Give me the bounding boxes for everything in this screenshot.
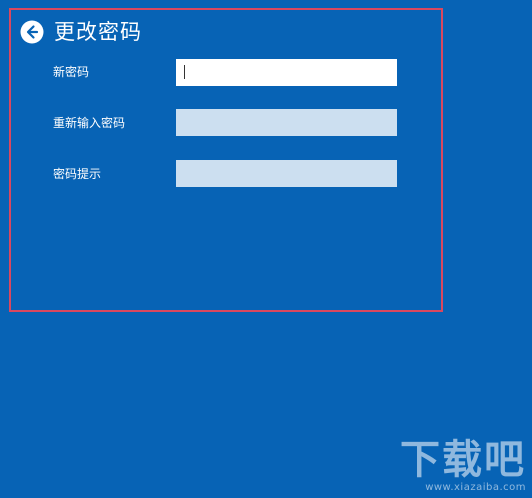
confirm-password-label: 重新输入密码 — [53, 116, 126, 130]
header: 更改密码 — [18, 16, 142, 48]
watermark-url: www.xiazaiba.com — [425, 482, 526, 493]
confirm-password-input[interactable] — [176, 109, 397, 136]
new-password-input[interactable] — [176, 59, 397, 86]
watermark-logo: 下载吧 — [400, 436, 526, 483]
watermark: 下载吧 www.xiazaiba.com — [400, 438, 526, 494]
page-title: 更改密码 — [54, 20, 142, 44]
text-cursor — [184, 65, 185, 79]
new-password-label: 新密码 — [53, 65, 90, 79]
password-hint-input[interactable] — [176, 160, 397, 187]
arrow-left-circle-icon — [20, 20, 44, 44]
back-button[interactable] — [18, 18, 46, 46]
password-hint-label: 密码提示 — [53, 167, 102, 181]
